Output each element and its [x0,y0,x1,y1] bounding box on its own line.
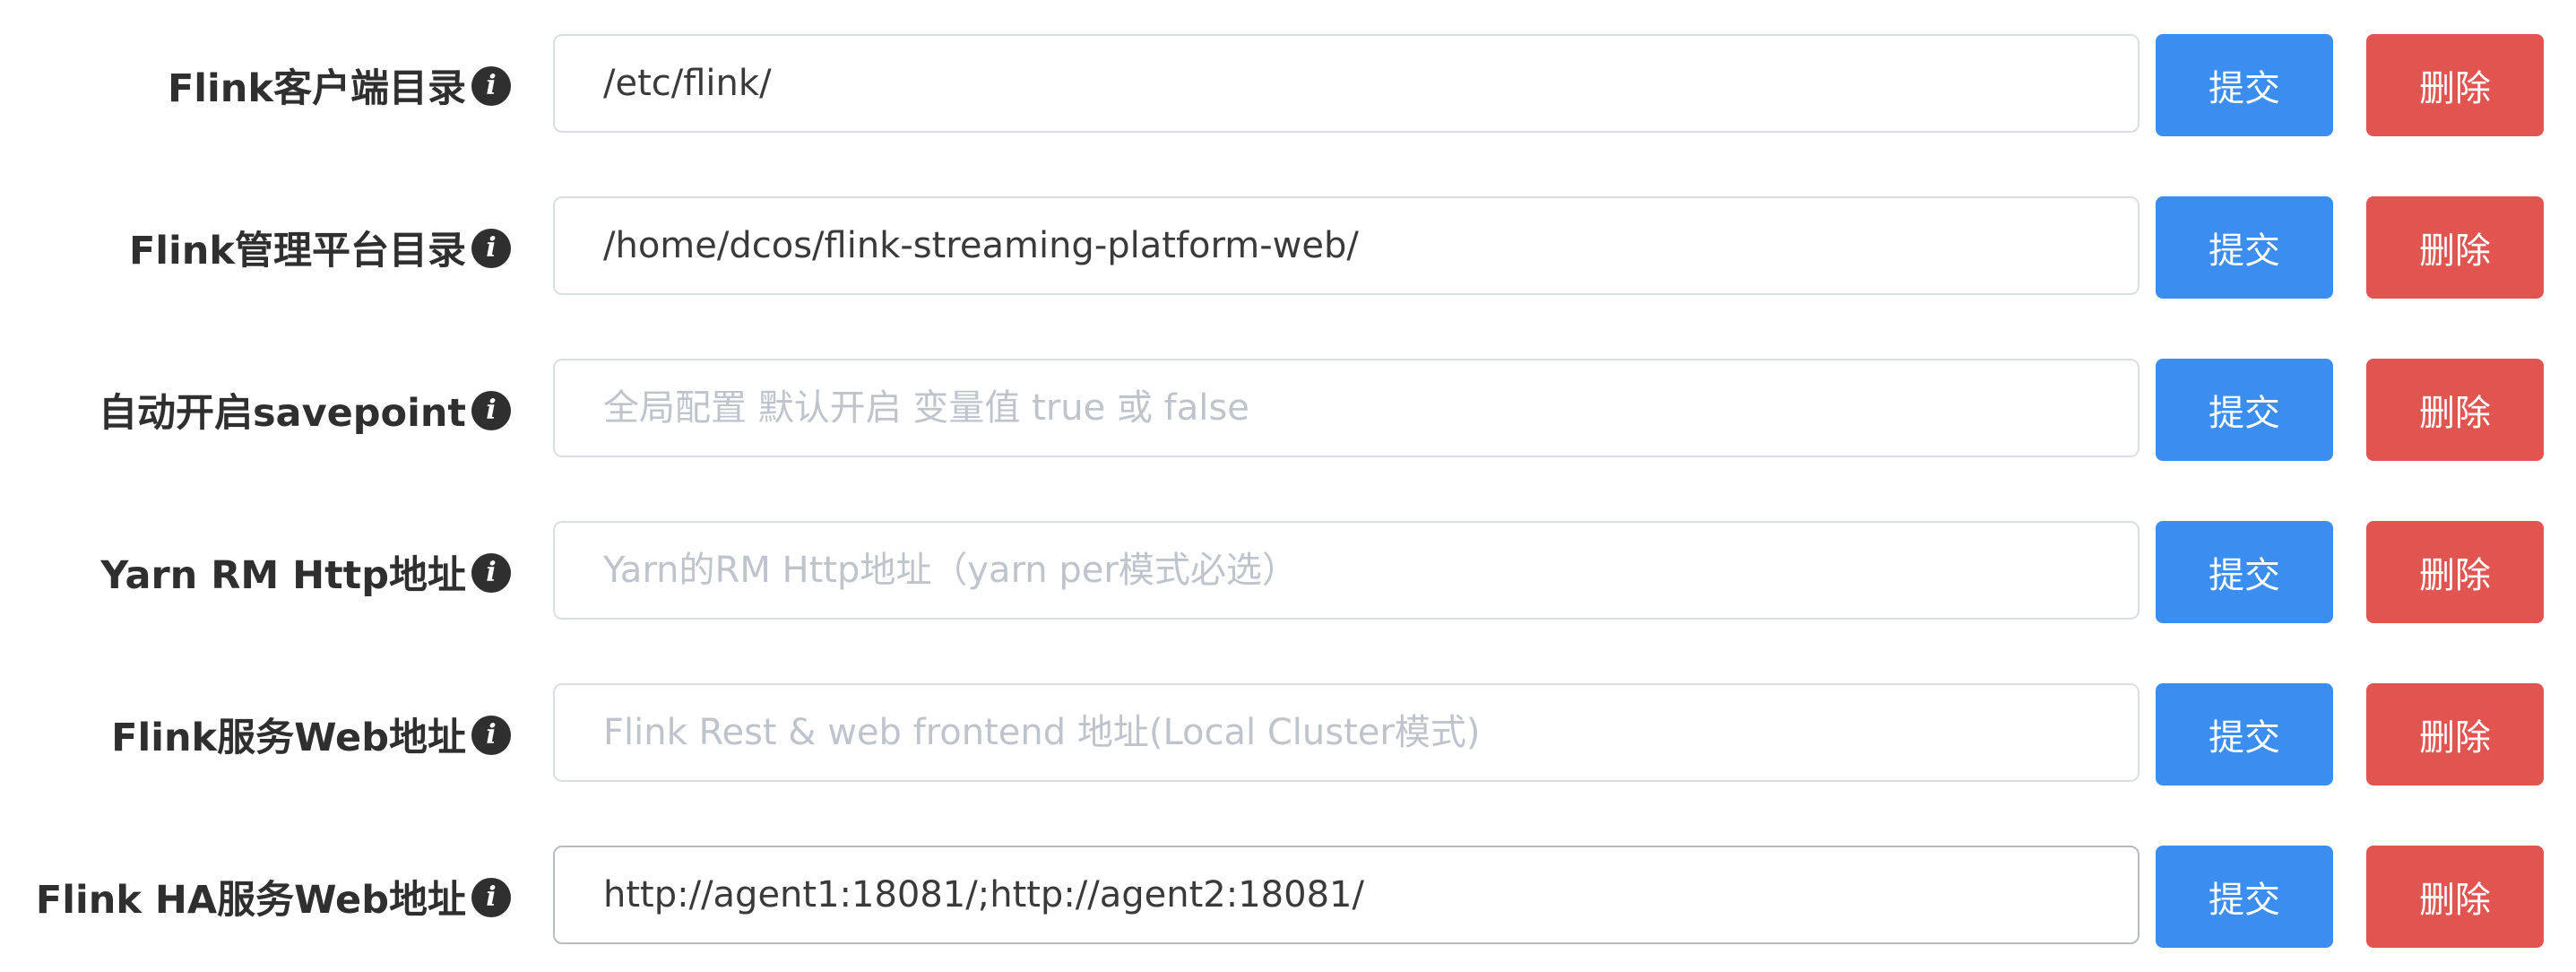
submit-button[interactable]: 提交 [2156,846,2333,948]
yarn-rm-http-input[interactable] [553,521,2139,620]
submit-button[interactable]: 提交 [2156,34,2333,136]
setting-label: Flink管理平台目录 [128,229,466,273]
setting-row-yarn-rm-http: Yarn RM Http地址 i 提交 删除 [0,521,2576,623]
flink-web-url-input[interactable] [553,683,2139,782]
info-icon[interactable]: i [471,229,511,268]
submit-button[interactable]: 提交 [2156,683,2333,785]
setting-label: 自动开启savepoint [98,391,466,436]
submit-button[interactable]: 提交 [2156,196,2333,299]
flink-platform-dir-input[interactable] [553,196,2139,295]
flink-ha-web-url-input[interactable] [553,846,2139,944]
auto-savepoint-input[interactable] [553,359,2139,457]
setting-label: Flink HA服务Web地址 [35,878,466,923]
setting-label: Flink客户端目录 [167,66,466,111]
flink-client-dir-input[interactable] [553,34,2139,133]
setting-label: Flink服务Web地址 [111,716,466,760]
info-icon[interactable]: i [471,66,511,106]
delete-button[interactable]: 删除 [2366,196,2544,299]
settings-form: Flink客户端目录 i 提交 删除 Flink管理平台目录 i 提交 删除 自… [0,0,2576,972]
submit-button[interactable]: 提交 [2156,359,2333,461]
setting-row-flink-client-dir: Flink客户端目录 i 提交 删除 [0,34,2576,136]
delete-button[interactable]: 删除 [2366,34,2544,136]
setting-row-flink-platform-dir: Flink管理平台目录 i 提交 删除 [0,196,2576,299]
info-icon[interactable]: i [471,716,511,755]
info-icon[interactable]: i [471,553,511,593]
setting-label: Yarn RM Http地址 [100,553,466,598]
delete-button[interactable]: 删除 [2366,683,2544,785]
setting-row-flink-ha-web-url: Flink HA服务Web地址 i 提交 删除 [0,846,2576,948]
submit-button[interactable]: 提交 [2156,521,2333,623]
delete-button[interactable]: 删除 [2366,846,2544,948]
info-icon[interactable]: i [471,391,511,430]
setting-row-auto-savepoint: 自动开启savepoint i 提交 删除 [0,359,2576,461]
info-icon[interactable]: i [471,878,511,917]
setting-row-flink-web-url: Flink服务Web地址 i 提交 删除 [0,683,2576,785]
delete-button[interactable]: 删除 [2366,521,2544,623]
delete-button[interactable]: 删除 [2366,359,2544,461]
